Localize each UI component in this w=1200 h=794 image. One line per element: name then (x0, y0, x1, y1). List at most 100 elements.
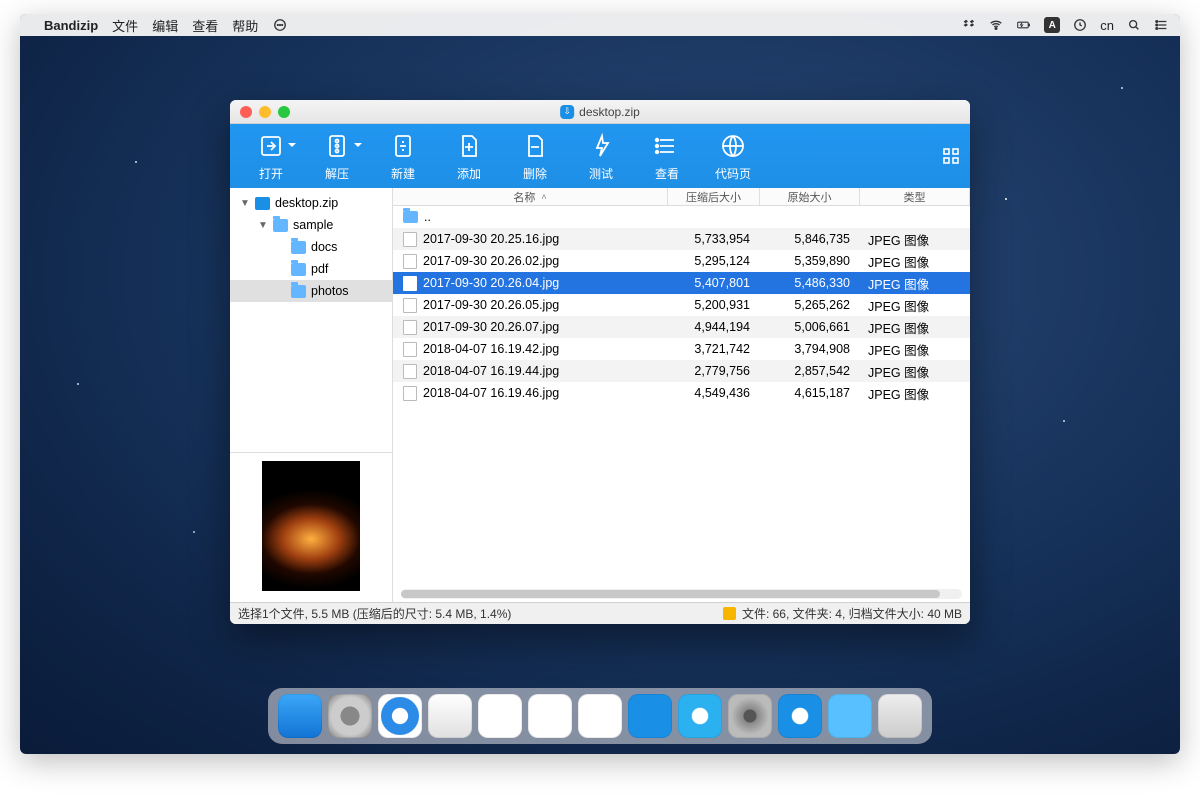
tree-pdf[interactable]: pdf (230, 258, 392, 280)
folder-icon (291, 285, 306, 298)
row-updir[interactable]: .. (393, 206, 970, 228)
tree-label: pdf (311, 262, 328, 276)
menu-edit[interactable]: 编辑 (152, 16, 178, 35)
col-compressed[interactable]: 压缩后大小 (668, 188, 760, 205)
zoom-button[interactable] (278, 106, 290, 118)
original-size: 4,615,187 (760, 386, 860, 400)
test-label: 测试 (589, 165, 613, 182)
compressed-size: 2,779,756 (668, 364, 760, 378)
open-button[interactable]: 打开 (240, 131, 302, 182)
toolbar: 打开 解压 新建 添加 删除 测试 (230, 124, 970, 188)
compressed-size: 5,733,954 (668, 232, 760, 246)
file-name: 2018-04-07 16.19.42.jpg (423, 342, 559, 356)
new-button[interactable]: 新建 (372, 131, 434, 182)
compressed-size: 5,295,124 (668, 254, 760, 268)
test-button[interactable]: 测试 (570, 131, 632, 182)
compressed-size: 5,407,801 (668, 276, 760, 290)
battery-icon[interactable] (1016, 17, 1032, 33)
horizontal-scrollbar[interactable] (401, 589, 962, 599)
table-row[interactable]: 2018-04-07 16.19.46.jpg 4,549,4364,615,18… (393, 382, 970, 404)
open-label: 打开 (259, 165, 283, 182)
menubar: Bandizip 文件 编辑 查看 帮助 A cn (20, 14, 1180, 36)
file-type: JPEG 图像 (860, 318, 970, 337)
extract-button[interactable]: 解压 (306, 131, 368, 182)
dock-appstore[interactable] (678, 694, 722, 738)
col-type[interactable]: 类型 (860, 188, 970, 205)
minimize-button[interactable] (259, 106, 271, 118)
original-size: 5,846,735 (760, 232, 860, 246)
file-type: JPEG 图像 (860, 252, 970, 271)
codepage-label: 代码页 (715, 165, 751, 182)
menu-view[interactable]: 查看 (192, 16, 218, 35)
titlebar[interactable]: ⇩ desktop.zip (230, 100, 970, 124)
view-label: 查看 (655, 165, 679, 182)
file-type: JPEG 图像 (860, 230, 970, 249)
dock-bandizip[interactable] (778, 694, 822, 738)
delete-icon (520, 131, 550, 161)
updir-label: .. (424, 210, 431, 224)
input-badge[interactable]: A (1044, 17, 1060, 33)
table-row[interactable]: 2017-09-30 20.26.04.jpg5,407,8015,486,33… (393, 272, 970, 294)
dock-mail[interactable] (428, 694, 472, 738)
wifi-icon[interactable] (988, 17, 1004, 33)
codepage-button[interactable]: 代码页 (702, 131, 764, 182)
compressed-size: 4,944,194 (668, 320, 760, 334)
delete-button[interactable]: 删除 (504, 131, 566, 182)
input-lang[interactable]: cn (1100, 18, 1114, 33)
add-button[interactable]: 添加 (438, 131, 500, 182)
clock-icon[interactable] (1072, 17, 1088, 33)
dock-trash[interactable] (878, 694, 922, 738)
file-name: 2018-04-07 16.19.46.jpg (423, 386, 559, 400)
dock-safari[interactable] (378, 694, 422, 738)
table-row[interactable]: 2017-09-30 20.25.16.jpg5,733,9545,846,73… (393, 228, 970, 250)
file-name: 2018-04-07 16.19.44.jpg (423, 364, 559, 378)
file-icon (403, 232, 417, 247)
status-left: 选择1个文件, 5.5 MB (压缩后的尺寸: 5.4 MB, 1.4%) (238, 605, 511, 622)
table-row[interactable]: 2017-09-30 20.26.07.jpg4,944,1945,006,66… (393, 316, 970, 338)
col-original[interactable]: 原始大小 (760, 188, 860, 205)
preview-pane (230, 452, 392, 602)
window-title: desktop.zip (579, 105, 640, 119)
col-name[interactable]: 名称˄ (393, 188, 668, 205)
open-icon (256, 131, 286, 161)
tree-root[interactable]: ▼desktop.zip (230, 192, 392, 214)
tree-label: docs (311, 240, 337, 254)
dock-finder[interactable] (278, 694, 322, 738)
file-tree: ▼desktop.zip ▼sample docs pdf photos (230, 188, 392, 452)
compressed-size: 4,549,436 (668, 386, 760, 400)
dock-downloads[interactable] (828, 694, 872, 738)
menu-list-icon[interactable] (1154, 17, 1170, 33)
tree-photos[interactable]: photos (230, 280, 392, 302)
file-name: 2017-09-30 20.26.05.jpg (423, 298, 559, 312)
dock-keynote[interactable] (628, 694, 672, 738)
menu-file[interactable]: 文件 (112, 16, 138, 35)
dock-preferences[interactable] (728, 694, 772, 738)
scrollbar-thumb[interactable] (401, 590, 940, 598)
chat-icon[interactable] (272, 17, 288, 33)
grid-view-icon[interactable] (942, 147, 960, 165)
dropbox-icon[interactable] (960, 17, 976, 33)
table-row[interactable]: 2017-09-30 20.26.05.jpg5,200,9315,265,26… (393, 294, 970, 316)
tree-sample[interactable]: ▼sample (230, 214, 392, 236)
original-size: 5,006,661 (760, 320, 860, 334)
dock-launchpad[interactable] (328, 694, 372, 738)
tree-docs[interactable]: docs (230, 236, 392, 258)
globe-icon (718, 131, 748, 161)
file-icon (403, 254, 417, 269)
dock-numbers[interactable] (578, 694, 622, 738)
lock-icon (723, 607, 736, 620)
new-label: 新建 (391, 165, 415, 182)
menu-help[interactable]: 帮助 (232, 16, 258, 35)
table-row[interactable]: 2018-04-07 16.19.42.jpg3,721,7423,794,90… (393, 338, 970, 360)
table-row[interactable]: 2018-04-07 16.19.44.jpg2,779,7562,857,54… (393, 360, 970, 382)
file-icon (403, 386, 417, 401)
dock-photos[interactable] (528, 694, 572, 738)
tree-label: desktop.zip (275, 196, 338, 210)
spotlight-icon[interactable] (1126, 17, 1142, 33)
dock-reminders[interactable] (478, 694, 522, 738)
compressed-size: 5,200,931 (668, 298, 760, 312)
table-row[interactable]: 2017-09-30 20.26.02.jpg5,295,1245,359,89… (393, 250, 970, 272)
app-name[interactable]: Bandizip (44, 18, 98, 33)
view-button[interactable]: 查看 (636, 131, 698, 182)
close-button[interactable] (240, 106, 252, 118)
